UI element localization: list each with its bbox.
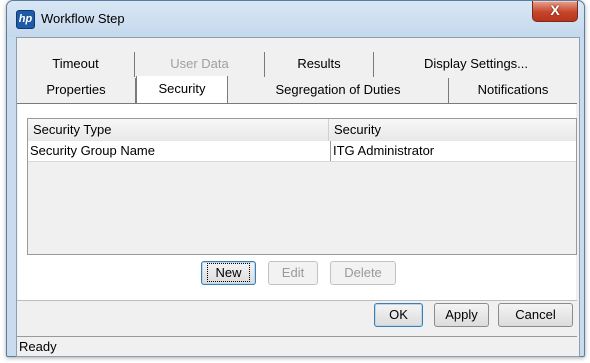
workflow-step-window: hp Workflow Step X Timeout User Data Res…	[6, 0, 585, 357]
column-header-security-type[interactable]: Security Type	[28, 119, 329, 141]
new-button[interactable]: New	[201, 261, 256, 285]
tab-user-data: User Data	[135, 52, 265, 77]
tab-timeout[interactable]: Timeout	[17, 52, 135, 77]
hp-logo-icon: hp	[16, 10, 35, 29]
tab-segregation-of-duties[interactable]: Segregation of Duties	[228, 78, 449, 103]
dialog-body: Timeout User Data Results Display Settin…	[16, 37, 580, 357]
security-tab-panel: Security Type Security Security Group Na…	[18, 104, 577, 300]
table-row[interactable]: Security Group Name ITG Administrator	[28, 141, 576, 162]
tab-row-back: Timeout User Data Results Display Settin…	[17, 52, 578, 77]
close-icon: X	[550, 2, 560, 18]
delete-button: Delete	[330, 261, 396, 285]
edit-button: Edit	[268, 261, 318, 285]
security-table[interactable]: Security Type Security Security Group Na…	[27, 118, 577, 255]
cell-security-type: Security Group Name	[30, 143, 155, 158]
status-bar: Ready	[17, 336, 577, 356]
new-button-label: New	[207, 263, 250, 282]
tab-security[interactable]: Security	[136, 76, 228, 103]
table-header: Security Type Security	[28, 119, 576, 142]
cancel-button[interactable]: Cancel	[498, 303, 573, 327]
cell-security: ITG Administrator	[330, 141, 576, 161]
window-title: Workflow Step	[41, 11, 125, 26]
ok-button[interactable]: OK	[374, 303, 423, 327]
tab-results[interactable]: Results	[265, 52, 374, 77]
tab-properties[interactable]: Properties	[17, 78, 136, 103]
tab-notifications[interactable]: Notifications	[449, 78, 577, 103]
status-text: Ready	[19, 339, 57, 354]
tab-row-front: Properties Security Segregation of Dutie…	[17, 76, 577, 104]
tab-display-settings[interactable]: Display Settings...	[374, 52, 578, 77]
apply-button[interactable]: Apply	[434, 303, 489, 327]
divider	[17, 300, 577, 301]
close-button[interactable]: X	[532, 1, 578, 22]
column-header-security[interactable]: Security	[329, 119, 576, 141]
title-bar[interactable]: hp Workflow Step X	[7, 1, 584, 37]
